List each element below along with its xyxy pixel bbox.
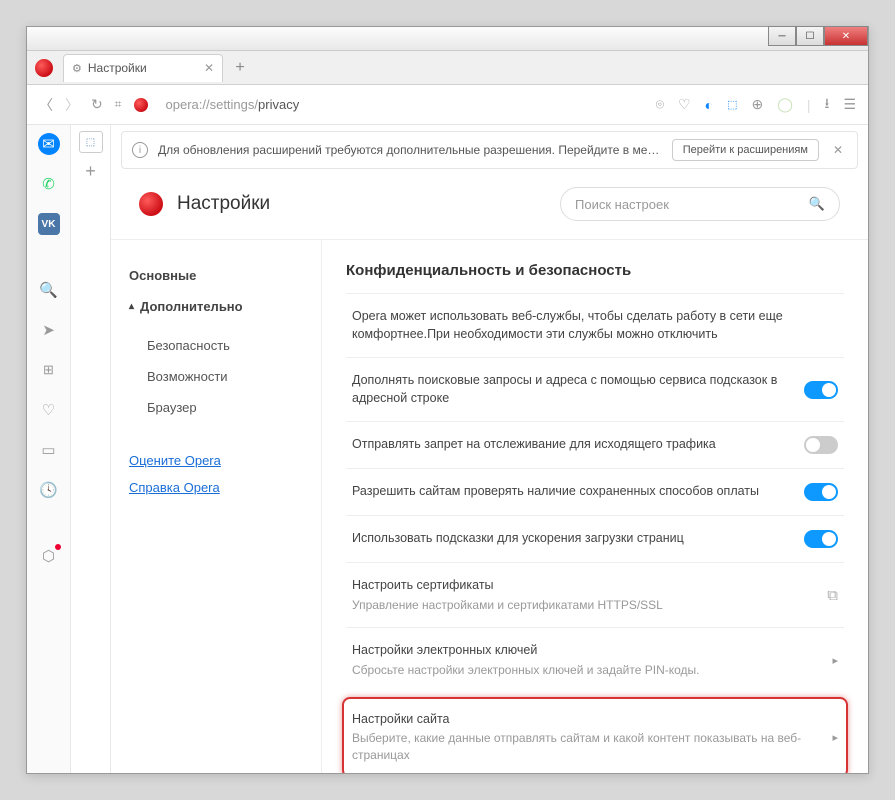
notification-text: Для обновления расширений требуются допо…: [158, 143, 662, 157]
help-opera-link[interactable]: Справка Opera: [129, 474, 303, 501]
toggle-do-not-track[interactable]: [804, 436, 838, 454]
vk-icon[interactable]: VK: [38, 213, 60, 235]
maximize-button[interactable]: ☐: [796, 26, 824, 46]
close-window-button[interactable]: ✕: [824, 26, 868, 46]
page-title: Настройки: [177, 193, 270, 215]
extensions-sidebar-icon[interactable]: ⬡: [38, 545, 60, 567]
settings-nav: Основные ▴ Дополнительно Безопасность Во…: [111, 240, 321, 773]
nav-browser[interactable]: Браузер: [129, 392, 303, 423]
download-icon[interactable]: ⭳: [825, 93, 830, 117]
window-controls: ─ ☐ ✕: [768, 26, 868, 46]
chevron-right-icon: ▸: [832, 731, 838, 744]
setting-do-not-track[interactable]: Отправлять запрет на отслеживание для ис…: [346, 421, 844, 468]
profile-icon[interactable]: ◯: [777, 96, 793, 113]
toolbar-right: ⌾ ♡ ◐ ⬚ ⊕ ◯ | ⭳ ☰: [656, 93, 856, 117]
setting-payment-check[interactable]: Разрешить сайтам проверять наличие сохра…: [346, 468, 844, 515]
messenger-icon[interactable]: ✉: [38, 133, 60, 155]
whatsapp-icon[interactable]: ✆: [38, 173, 60, 195]
search-icon: 🔍: [809, 196, 825, 212]
setting-certificates[interactable]: Настроить сертификаты Управление настрой…: [346, 562, 844, 627]
setting-security-keys[interactable]: Настройки электронных ключей Сбросьте на…: [346, 627, 844, 692]
go-to-extensions-button[interactable]: Перейти к расширениям: [672, 139, 819, 161]
tab-settings[interactable]: ⚙ Настройки ✕: [63, 54, 223, 82]
nav-basic[interactable]: Основные: [129, 268, 303, 283]
history-icon[interactable]: 🕓: [38, 479, 60, 501]
easy-setup-icon[interactable]: ☰: [843, 96, 856, 113]
chevron-right-icon: ▸: [832, 654, 838, 667]
flow-icon[interactable]: ➤: [38, 319, 60, 341]
snapshot-icon[interactable]: ⌾: [656, 96, 664, 113]
privacy-intro-row: Opera может использовать веб-службы, что…: [346, 293, 844, 357]
settings-panel: Конфиденциальность и безопасность Opera …: [321, 240, 868, 773]
add-workspace-button[interactable]: +: [85, 161, 96, 182]
chevron-up-icon: ▴: [129, 301, 134, 312]
opera-menu-button[interactable]: [35, 59, 53, 77]
nav-features[interactable]: Возможности: [129, 361, 303, 392]
toggle-preload[interactable]: [804, 530, 838, 548]
info-icon: i: [132, 142, 148, 158]
speed-dial-sidebar-icon[interactable]: ⊞: [38, 359, 60, 381]
window-titlebar: ─ ☐ ✕: [27, 27, 868, 51]
tab-bar: ⚙ Настройки ✕ +: [27, 51, 868, 85]
tab-title: Настройки: [88, 61, 147, 75]
setting-autocomplete[interactable]: Дополнять поисковые запросы и адреса с п…: [346, 357, 844, 421]
rate-opera-link[interactable]: Оцените Opera: [129, 447, 303, 474]
opera-logo-icon: [139, 192, 163, 216]
notification-bar: i Для обновления расширений требуются до…: [121, 131, 858, 169]
setting-site-settings[interactable]: Настройки сайта Выберите, какие данные о…: [342, 697, 848, 773]
browser-window: ─ ☐ ✕ ⚙ Настройки ✕ + 〈 〉 ↻ ⌗ opera://se…: [26, 26, 869, 774]
section-heading: Конфиденциальность и безопасность: [346, 262, 844, 279]
setting-preload[interactable]: Использовать подсказки для ускорения заг…: [346, 515, 844, 562]
nav-advanced[interactable]: ▴ Дополнительно: [129, 299, 303, 314]
tab-close-button[interactable]: ✕: [204, 61, 214, 75]
vpn-icon[interactable]: ⊕: [751, 96, 763, 113]
heart-icon[interactable]: ♡: [678, 96, 691, 113]
notification-close-button[interactable]: ✕: [829, 143, 847, 157]
mini-tab-translate[interactable]: ⬚: [79, 131, 103, 153]
news-icon[interactable]: ▭: [38, 439, 60, 461]
back-button[interactable]: 〈: [39, 95, 53, 115]
forward-button[interactable]: 〉: [65, 95, 79, 115]
vertical-tabs: ⬚ +: [71, 125, 111, 773]
external-link-icon: ⧉: [827, 587, 838, 604]
toggle-autocomplete[interactable]: [804, 381, 838, 399]
speed-dial-icon[interactable]: ⌗: [115, 97, 122, 112]
toggle-payment-check[interactable]: [804, 483, 838, 501]
nav-security[interactable]: Безопасность: [129, 330, 303, 361]
address-field[interactable]: opera://settings/privacy: [134, 97, 644, 112]
gear-icon: ⚙: [72, 62, 82, 75]
settings-header: Настройки Поиск настроек 🔍: [111, 169, 868, 239]
settings-search-input[interactable]: Поиск настроек 🔍: [560, 187, 840, 221]
page-content: i Для обновления расширений требуются до…: [111, 125, 868, 773]
search-sidebar-icon[interactable]: 🔍: [38, 279, 60, 301]
reload-button[interactable]: ↻: [91, 96, 103, 113]
new-tab-button[interactable]: +: [229, 57, 251, 79]
heart-sidebar-icon[interactable]: ♡: [38, 399, 60, 421]
translate-icon[interactable]: ⬚: [727, 98, 737, 111]
search-placeholder: Поиск настроек: [575, 197, 669, 212]
address-bar: 〈 〉 ↻ ⌗ opera://settings/privacy ⌾ ♡ ◐ ⬚…: [27, 85, 868, 125]
adblock-icon[interactable]: ◐: [705, 97, 713, 113]
sidebar: ✉ ✆ VK 🔍 ➤ ⊞ ♡ ▭ 🕓 ⬡: [27, 125, 71, 773]
minimize-button[interactable]: ─: [768, 26, 796, 46]
opera-favicon: [134, 98, 148, 112]
